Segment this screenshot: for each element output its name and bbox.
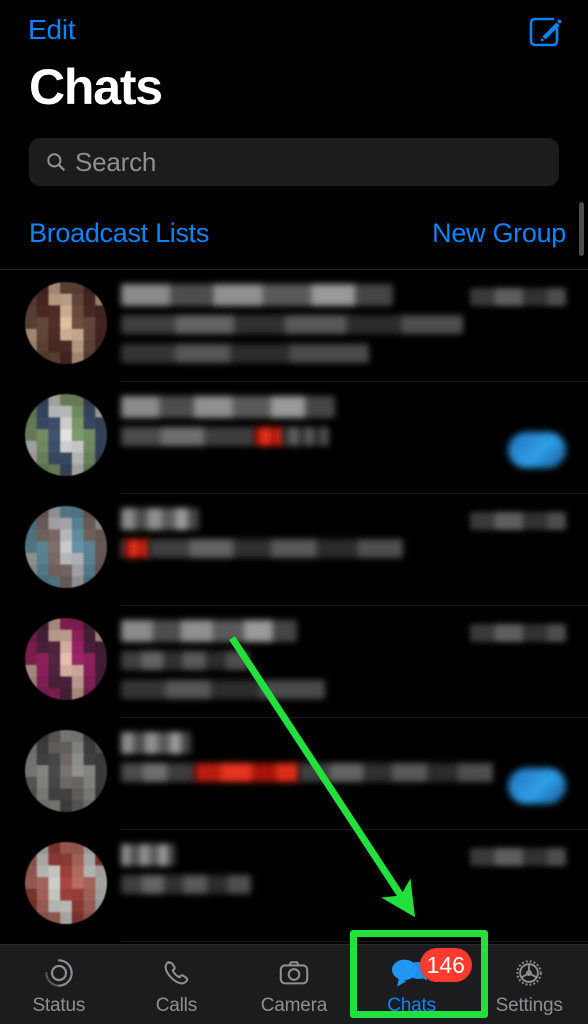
chat-preview-redacted (121, 539, 438, 559)
tab-label: Settings (495, 995, 563, 1016)
gear-icon (512, 954, 546, 992)
chat-name-redacted (121, 396, 438, 418)
chat-bubbles-icon: 146 (390, 948, 472, 992)
chat-row-text (121, 620, 438, 709)
chat-timestamp-redacted (470, 288, 566, 306)
whatsapp-chats-screen: Edit Chats Broadcast Lists New Group Sta… (0, 0, 588, 1024)
chat-row[interactable] (0, 270, 588, 382)
page-title: Chats (29, 59, 163, 115)
avatar (25, 618, 107, 700)
search-input[interactable] (75, 146, 547, 178)
chat-row-text (121, 284, 463, 373)
unread-count-badge (508, 432, 566, 468)
avatar (25, 394, 107, 476)
chat-name-redacted (121, 508, 438, 530)
tab-settings[interactable]: Settings (470, 945, 588, 1024)
tab-calls[interactable]: Calls (118, 945, 236, 1024)
chat-timestamp-redacted (470, 624, 566, 642)
tab-label: Status (32, 995, 86, 1016)
edit-button[interactable]: Edit (28, 14, 76, 46)
tab-status[interactable]: Status (0, 945, 118, 1024)
chat-row[interactable] (0, 830, 588, 942)
chat-name-redacted (121, 284, 438, 306)
chats-unread-badge: 146 (419, 948, 472, 982)
search-icon (47, 153, 65, 171)
compose-square-pencil-icon (529, 17, 562, 47)
chat-list[interactable] (0, 270, 588, 944)
phone-handset-icon (159, 954, 193, 992)
status-rings-icon (42, 954, 76, 992)
broadcast-lists-button[interactable]: Broadcast Lists (29, 218, 209, 249)
row-separator (121, 941, 588, 942)
navigation-bar: Edit (0, 0, 588, 58)
chat-name-redacted (121, 620, 438, 642)
chat-timestamp-redacted (470, 848, 566, 866)
chat-timestamp-redacted (470, 512, 566, 530)
tab-label: Chats (387, 995, 436, 1016)
chat-row[interactable] (0, 606, 588, 718)
chat-preview-redacted (121, 875, 438, 895)
chat-preview-redacted (121, 315, 463, 335)
chat-row[interactable] (0, 494, 588, 606)
list-actions-row: Broadcast Lists New Group (0, 206, 588, 268)
tab-bar: Status Calls Camera 146 Chats Settings (0, 944, 588, 1024)
new-group-button[interactable]: New Group (432, 218, 566, 249)
compose-button[interactable] (522, 10, 564, 52)
chat-row-text (121, 508, 438, 568)
chat-row-text (121, 844, 438, 904)
camera-icon (277, 954, 311, 992)
chat-preview-redacted-2 (121, 680, 438, 700)
chat-preview-redacted (121, 427, 438, 447)
chat-row[interactable] (0, 718, 588, 830)
chat-preview-redacted (121, 651, 438, 671)
search-bar[interactable] (29, 138, 559, 186)
avatar (25, 730, 107, 812)
chat-name-redacted (121, 732, 438, 754)
avatar (25, 282, 107, 364)
chat-row-text (121, 732, 493, 792)
chat-preview-red-marker (255, 427, 283, 446)
chat-preview-redacted (121, 763, 493, 783)
scroll-indicator[interactable] (579, 202, 584, 256)
chat-preview-redacted-2 (121, 344, 438, 364)
chat-name-redacted (121, 844, 438, 866)
tab-chats[interactable]: 146 Chats (353, 945, 472, 1024)
chat-row[interactable] (0, 382, 588, 494)
chat-row-text (121, 396, 438, 456)
tab-camera[interactable]: Camera (235, 945, 353, 1024)
avatar (25, 506, 107, 588)
tab-label: Calls (155, 995, 197, 1016)
tab-label: Camera (260, 995, 328, 1016)
chat-preview-red-marker (195, 763, 299, 782)
avatar (25, 842, 107, 924)
unread-count-badge (508, 768, 566, 804)
chat-preview-red-marker (125, 539, 149, 558)
